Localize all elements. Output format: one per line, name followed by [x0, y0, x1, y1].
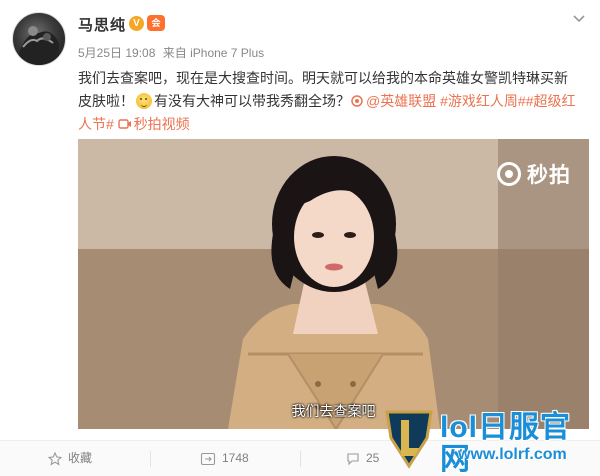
grin-emoji-icon: [136, 93, 152, 109]
repost-icon: [200, 452, 216, 465]
at-icon: [351, 95, 363, 107]
video-link[interactable]: 秒拍视频: [117, 116, 190, 132]
post-meta: 5月25日 19:08 来自 iPhone 7 Plus: [78, 44, 264, 61]
divider: [300, 451, 301, 467]
post-text-part2: 有没有大神可以带我秀翻全场？: [154, 93, 350, 109]
video-player[interactable]: 秒拍 我们去查案吧: [78, 139, 589, 429]
mention-link[interactable]: @英雄联盟: [350, 93, 436, 109]
chevron-down-icon[interactable]: [572, 12, 586, 26]
avatar[interactable]: [12, 12, 66, 66]
miaopai-logo-icon: [497, 162, 521, 186]
username[interactable]: 马思纯: [78, 14, 126, 35]
video-link-label: 秒拍视频: [133, 116, 190, 132]
post-timestamp[interactable]: 5月25日 19:08: [78, 46, 155, 60]
watermark-title: lol日服官网: [440, 411, 571, 476]
vip-badge: 会: [147, 15, 165, 31]
favorite-label: 收藏: [68, 451, 93, 465]
comment-count: 25: [366, 451, 380, 465]
lol-logo-icon: [385, 410, 433, 469]
mention-label: @英雄联盟: [366, 93, 437, 109]
miaopai-watermark: 秒拍: [497, 159, 571, 189]
favorite-button[interactable]: 收藏: [48, 441, 92, 476]
repost-count: 1748: [222, 451, 249, 465]
repost-button[interactable]: 1748: [200, 441, 249, 476]
verified-badge: V: [129, 16, 144, 31]
star-icon: [48, 451, 62, 466]
comment-button[interactable]: 25: [346, 441, 379, 476]
divider: [150, 451, 151, 467]
video-icon: [117, 119, 131, 129]
post-source: iPhone 7 Plus: [190, 46, 265, 60]
avatar-image: [19, 26, 59, 65]
source-prefix: 来自: [162, 46, 187, 60]
watermark-url: www.lolrf.com: [458, 446, 567, 463]
comment-icon: [347, 452, 359, 465]
post-text: 我们去查案吧，现在是大搜查时间。明天就可以给我的本命英雄女警凯特琳买新皮肤啦！有…: [78, 67, 578, 136]
miaopai-brand: 秒拍: [527, 164, 571, 187]
hashtag-link-1[interactable]: #游戏红人周#: [440, 93, 526, 109]
